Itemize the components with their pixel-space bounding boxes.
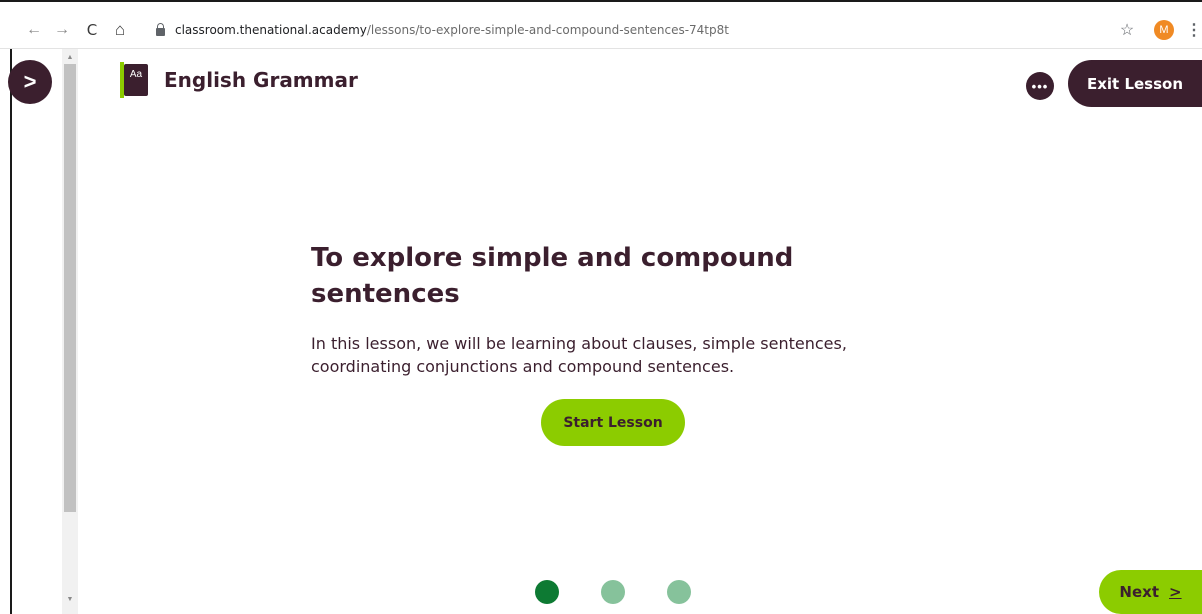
reload-icon[interactable]: C [80,12,104,48]
bookmark-star-icon[interactable]: ☆ [1116,12,1138,48]
url-domain: classroom.thenational.academy [175,23,367,37]
lesson-description: In this lesson, we will be learning abou… [311,334,847,376]
lock-icon [156,23,165,36]
browser-address-bar: ← → C ⌂ classroom.thenational.academy/le… [0,12,1202,48]
start-lesson-button[interactable]: Start Lesson [541,399,685,446]
chevron-right-icon: > [23,69,37,94]
progress-dot-3[interactable] [667,580,691,604]
url-field[interactable]: classroom.thenational.academy/lessons/to… [142,17,1147,43]
subject-title: English Grammar [164,68,358,92]
window-left-edge [10,49,12,614]
book-cover: Aa [124,64,148,96]
more-dots-icon: ••• [1031,78,1049,94]
scroll-up-arrow-icon[interactable]: ▲ [62,50,78,64]
sidebar-toggle-button[interactable]: > [8,60,52,104]
browser-menu-icon[interactable]: ⋮ [1186,12,1202,48]
progress-dot-1[interactable] [535,580,559,604]
progress-dot-2[interactable] [601,580,625,604]
url-path: /lessons/to-explore-simple-and-compound-… [366,23,729,37]
next-label: Next [1119,583,1159,601]
window-top-edge [0,0,1202,10]
scroll-down-arrow-icon[interactable]: ▼ [62,592,78,606]
more-options-button[interactable]: ••• [1026,72,1054,100]
next-button[interactable]: Next > [1099,570,1202,614]
address-bar-divider [0,48,1202,49]
scrollbar-thumb[interactable] [64,64,76,512]
back-icon[interactable]: ← [22,12,46,48]
chevron-right-icon: > [1169,583,1182,601]
profile-avatar[interactable]: M [1154,20,1174,40]
subject-book-icon: Aa [120,62,148,98]
lesson-title: To explore simple and compound sentences [311,243,794,309]
home-icon[interactable]: ⌂ [108,12,132,48]
subject-icon-text: Aa [129,69,143,80]
forward-icon[interactable]: → [50,12,74,48]
exit-lesson-button[interactable]: Exit Lesson [1068,60,1202,107]
